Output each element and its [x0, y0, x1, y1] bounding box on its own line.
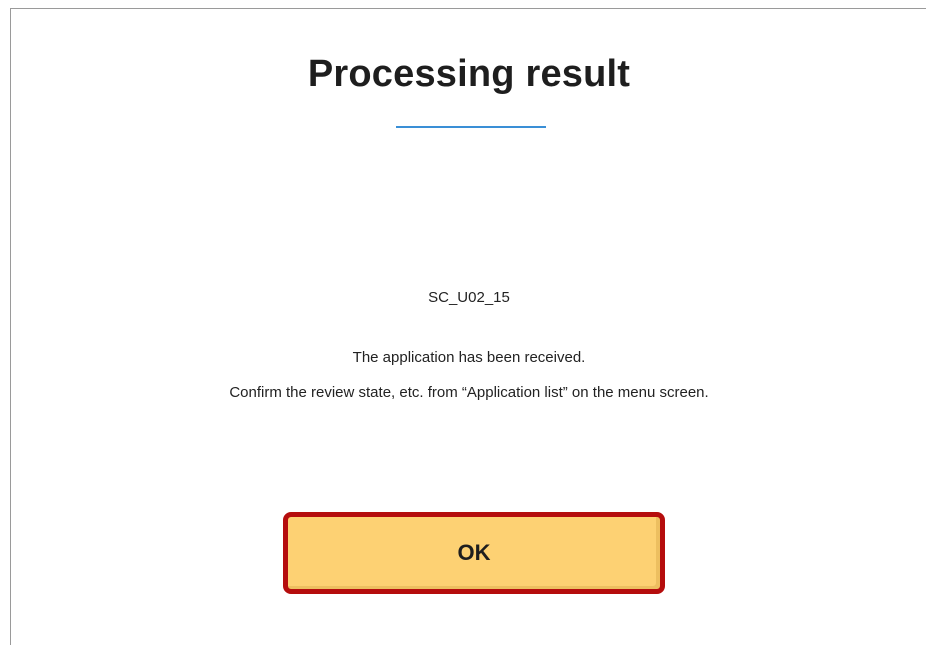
- title-underline: [396, 126, 546, 128]
- screen-id: SC_U02_15: [428, 289, 510, 306]
- result-message-line-2: Confirm the review state, etc. from “App…: [229, 384, 709, 401]
- page-title: Processing result: [307, 53, 631, 95]
- result-message-line-1: The application has been received.: [352, 349, 586, 366]
- ok-button[interactable]: OK: [283, 512, 665, 594]
- processing-result-dialog: Processing result SC_U02_15 The applicat…: [10, 8, 926, 645]
- ok-button-label: OK: [457, 540, 491, 565]
